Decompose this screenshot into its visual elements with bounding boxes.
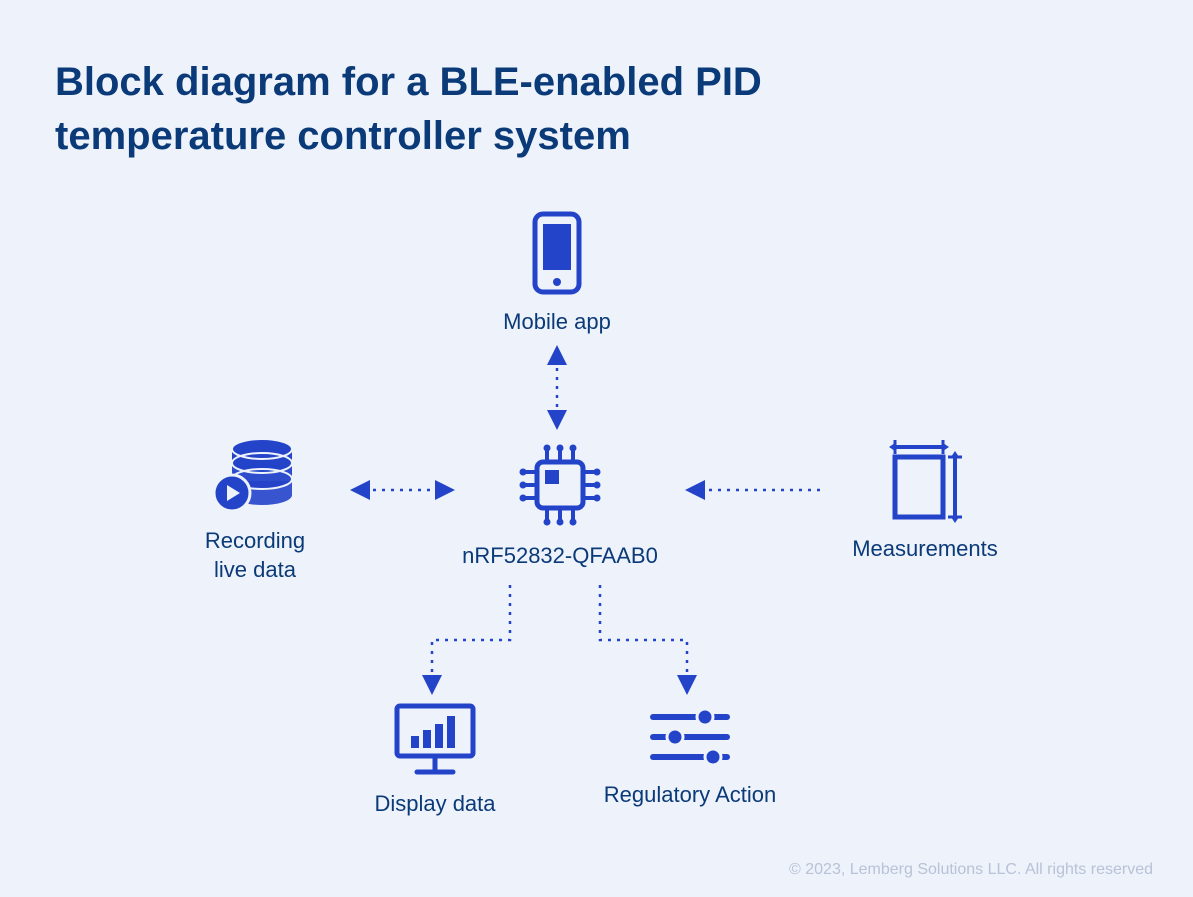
node-display: Display data <box>350 700 520 819</box>
node-regulatory-label: Regulatory Action <box>590 781 790 810</box>
dimension-icon <box>840 437 1010 523</box>
node-recording: Recording live data <box>170 435 340 584</box>
sliders-icon <box>590 703 790 769</box>
node-display-label: Display data <box>350 790 520 819</box>
copyright-text: © 2023, Lemberg Solutions LLC. All right… <box>789 861 1153 879</box>
node-mobile-app: Mobile app <box>497 210 617 337</box>
database-play-icon <box>170 435 340 515</box>
diagram-title: Block diagram for a BLE-enabled PID temp… <box>55 55 955 163</box>
node-chip-label: nRF52832-QFAAB0 <box>460 542 660 571</box>
node-regulatory: Regulatory Action <box>590 703 790 810</box>
phone-icon <box>497 210 617 296</box>
monitor-chart-icon <box>350 700 520 778</box>
node-measurements: Measurements <box>840 437 1010 564</box>
node-measurements-label: Measurements <box>840 535 1010 564</box>
node-chip: nRF52832-QFAAB0 <box>460 440 660 571</box>
chip-icon <box>460 440 660 530</box>
node-recording-label: Recording live data <box>170 527 340 584</box>
node-mobile-app-label: Mobile app <box>497 308 617 337</box>
